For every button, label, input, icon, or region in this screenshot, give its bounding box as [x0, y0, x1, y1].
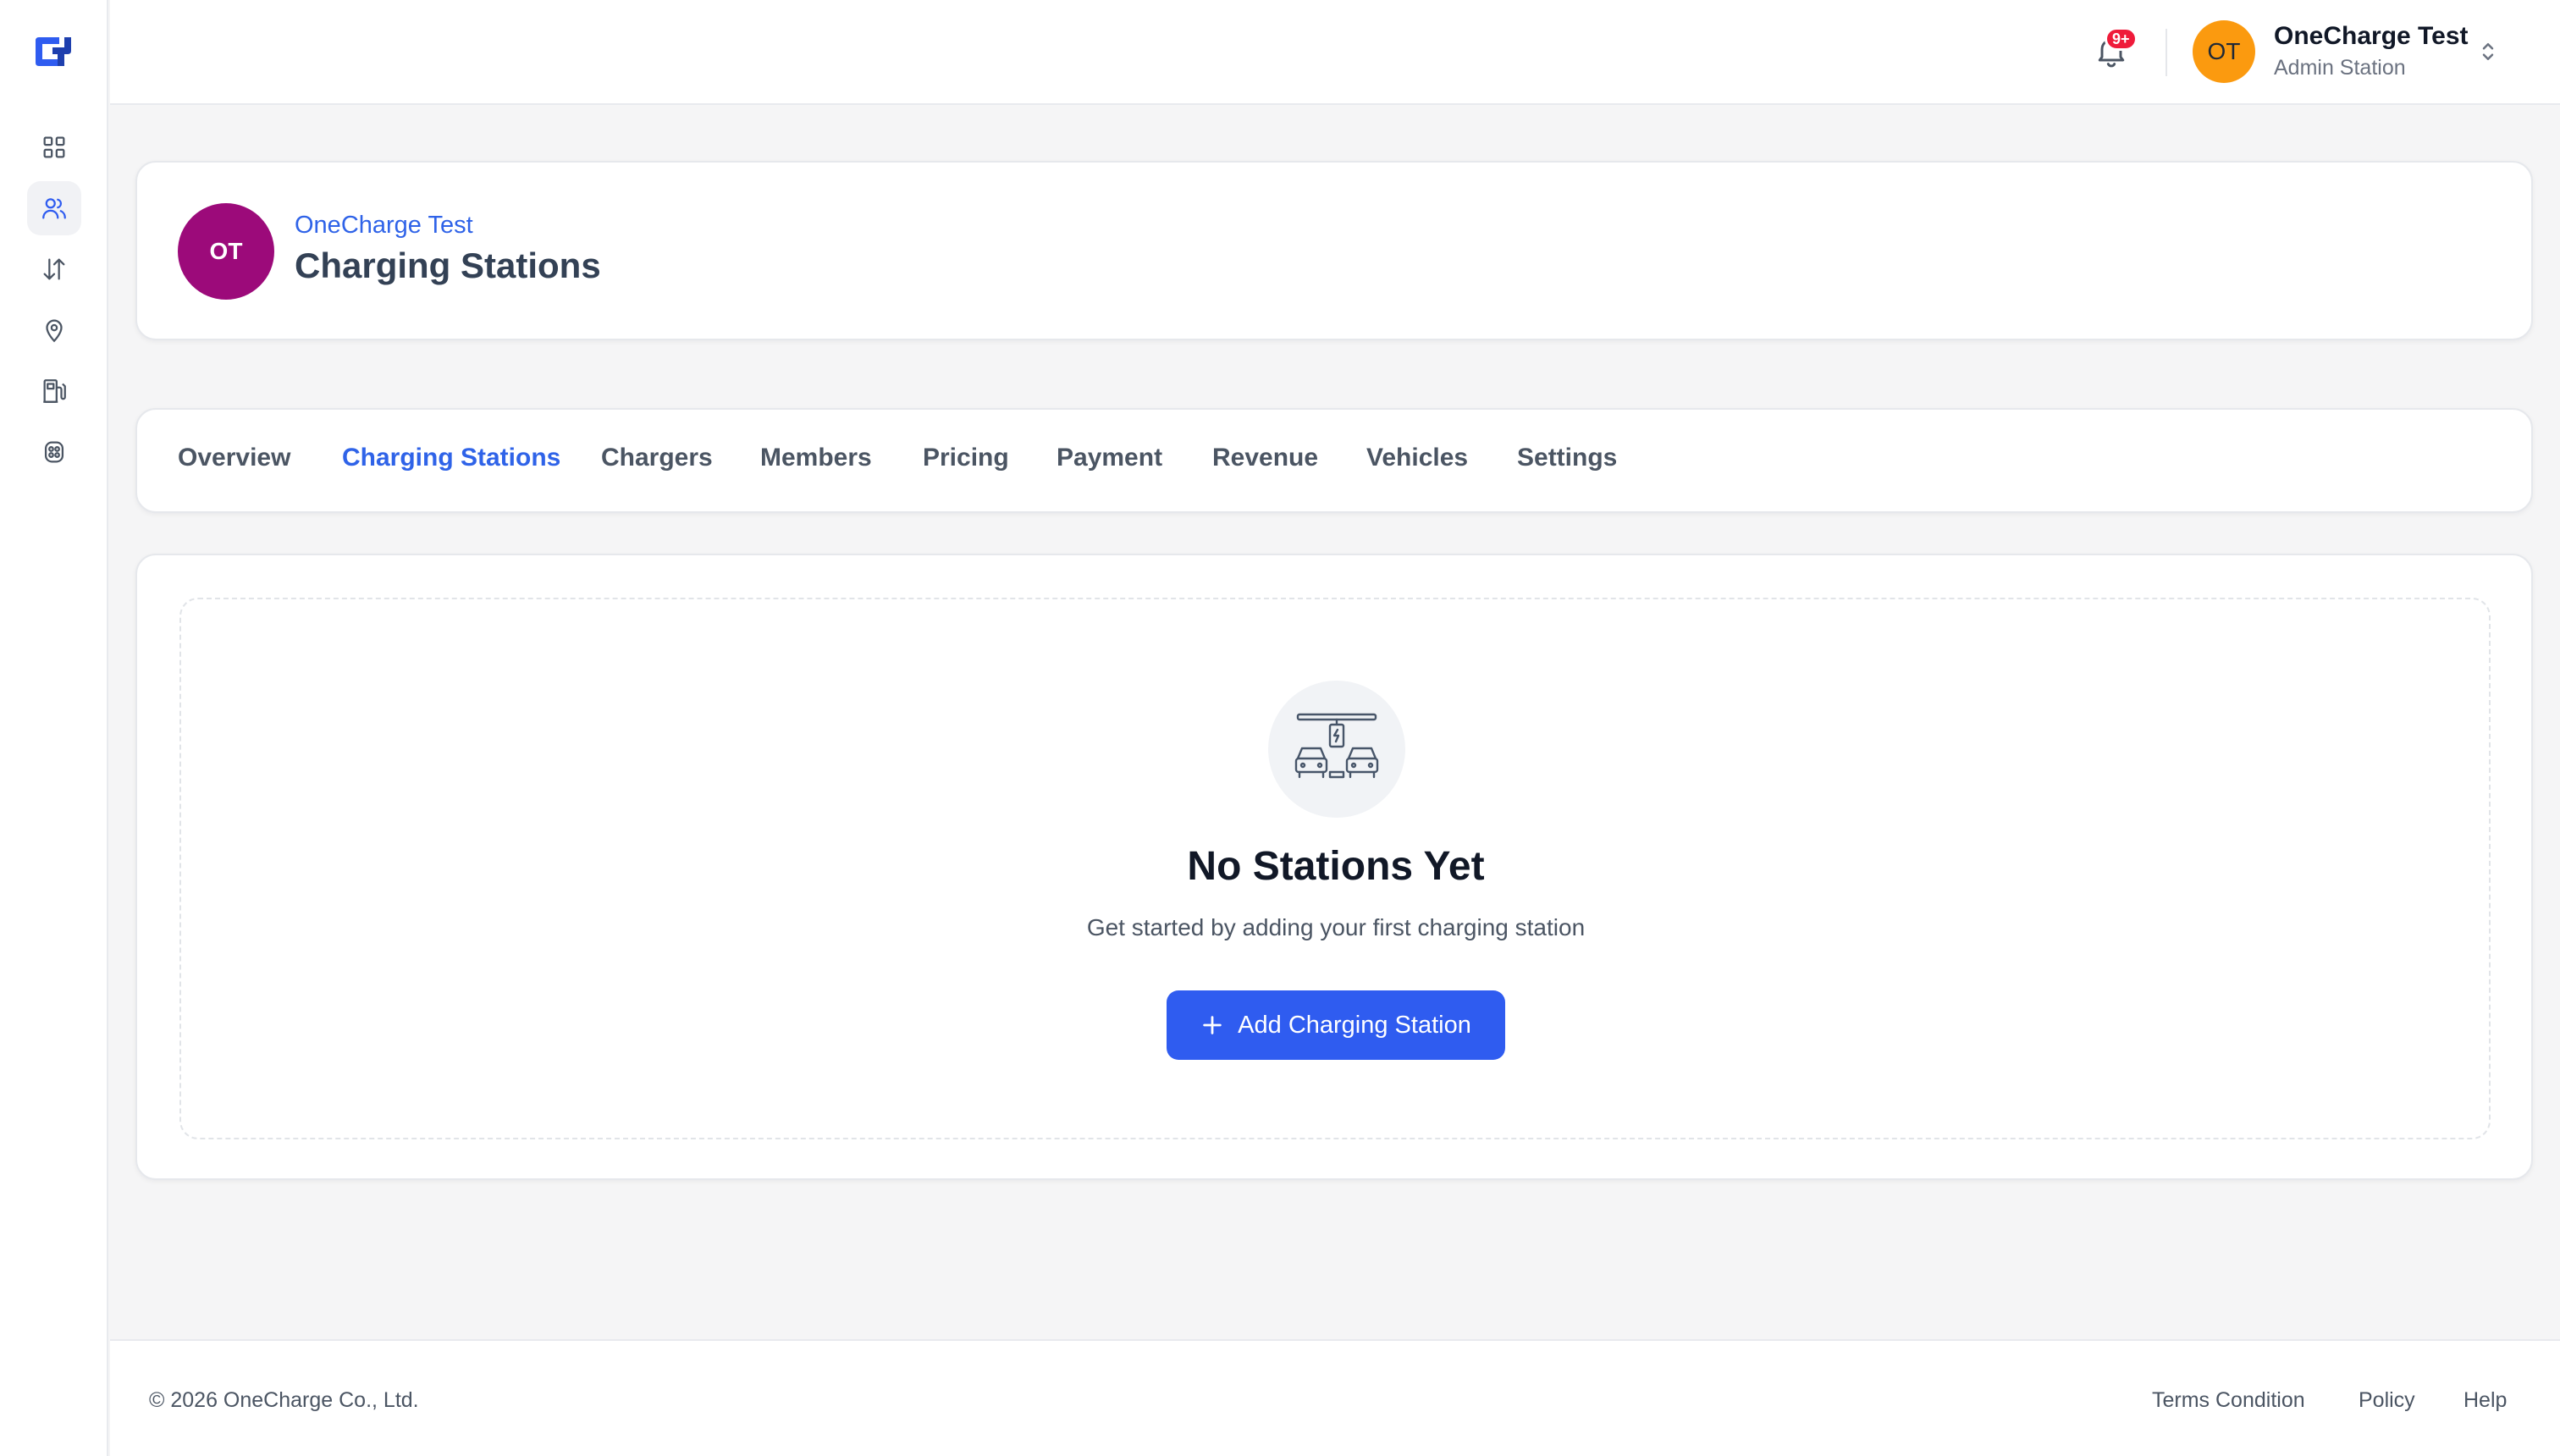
- notification-badge: 9+: [2105, 27, 2138, 51]
- empty-state-title: No Stations Yet: [1187, 844, 1485, 889]
- tab-bar: Overview Charging Stations Chargers Memb…: [135, 408, 2533, 513]
- help-link[interactable]: Help: [2463, 1388, 2507, 1413]
- copyright-text: © 2026 OneCharge Co., Ltd.: [149, 1388, 419, 1412]
- app-logo-icon[interactable]: [30, 32, 76, 71]
- page-title: Charging Stations: [295, 245, 601, 285]
- add-charging-station-label: Add Charging Station: [1238, 1011, 1471, 1039]
- sidebar-item-transactions[interactable]: [27, 242, 81, 296]
- user-avatar[interactable]: OT: [2193, 20, 2255, 83]
- plus-icon: [1203, 1016, 1222, 1034]
- stations-panel: No Stations Yet Get started by adding yo…: [135, 554, 2533, 1180]
- map-pin-icon: [46, 319, 63, 343]
- arrows-up-down-icon: [43, 258, 65, 280]
- tab-revenue[interactable]: Revenue: [1212, 444, 1318, 472]
- org-name-link[interactable]: OneCharge Test: [295, 212, 473, 240]
- footer: © 2026 OneCharge Co., Ltd. Terms Conditi…: [110, 1339, 2560, 1456]
- empty-state-subtitle: Get started by adding your first chargin…: [1086, 914, 1586, 940]
- sidebar-item-users[interactable]: [27, 181, 81, 235]
- chevron-up-down-icon: [2482, 43, 2494, 60]
- empty-state-icon-circle: [1268, 681, 1405, 818]
- organization-header: OT OneCharge Test Charging Stations: [135, 161, 2533, 340]
- tab-charging-stations[interactable]: Charging Stations: [342, 444, 560, 472]
- tab-members[interactable]: Members: [760, 444, 872, 472]
- topbar-divider: [2166, 29, 2167, 76]
- tab-pricing[interactable]: Pricing: [923, 444, 1009, 472]
- sidebar: [0, 0, 108, 1456]
- tab-vehicles[interactable]: Vehicles: [1366, 444, 1468, 472]
- tab-settings[interactable]: Settings: [1517, 444, 1617, 472]
- fuel-station-icon: [43, 379, 66, 403]
- user-name[interactable]: OneCharge Test: [2274, 22, 2469, 51]
- tab-chargers[interactable]: Chargers: [601, 444, 713, 472]
- sidebar-item-locations[interactable]: [27, 303, 81, 357]
- org-avatar: OT: [178, 203, 274, 300]
- sidebar-item-stations[interactable]: [27, 364, 81, 418]
- user-menu-toggle[interactable]: [2475, 37, 2501, 66]
- policy-link[interactable]: Policy: [2359, 1388, 2415, 1413]
- ev-plug-icon: [44, 441, 64, 463]
- add-charging-station-button[interactable]: Add Charging Station: [1167, 990, 1505, 1060]
- sidebar-item-dashboard[interactable]: [27, 120, 81, 174]
- grid-icon: [43, 136, 65, 158]
- user-role: Admin Station: [2274, 56, 2406, 80]
- charging-station-icon: [1294, 713, 1379, 779]
- tab-overview[interactable]: Overview: [178, 444, 290, 472]
- users-icon: [42, 198, 66, 219]
- sidebar-item-chargers[interactable]: [27, 425, 81, 479]
- terms-condition-link[interactable]: Terms Condition: [2152, 1388, 2305, 1413]
- tab-payment[interactable]: Payment: [1057, 444, 1162, 472]
